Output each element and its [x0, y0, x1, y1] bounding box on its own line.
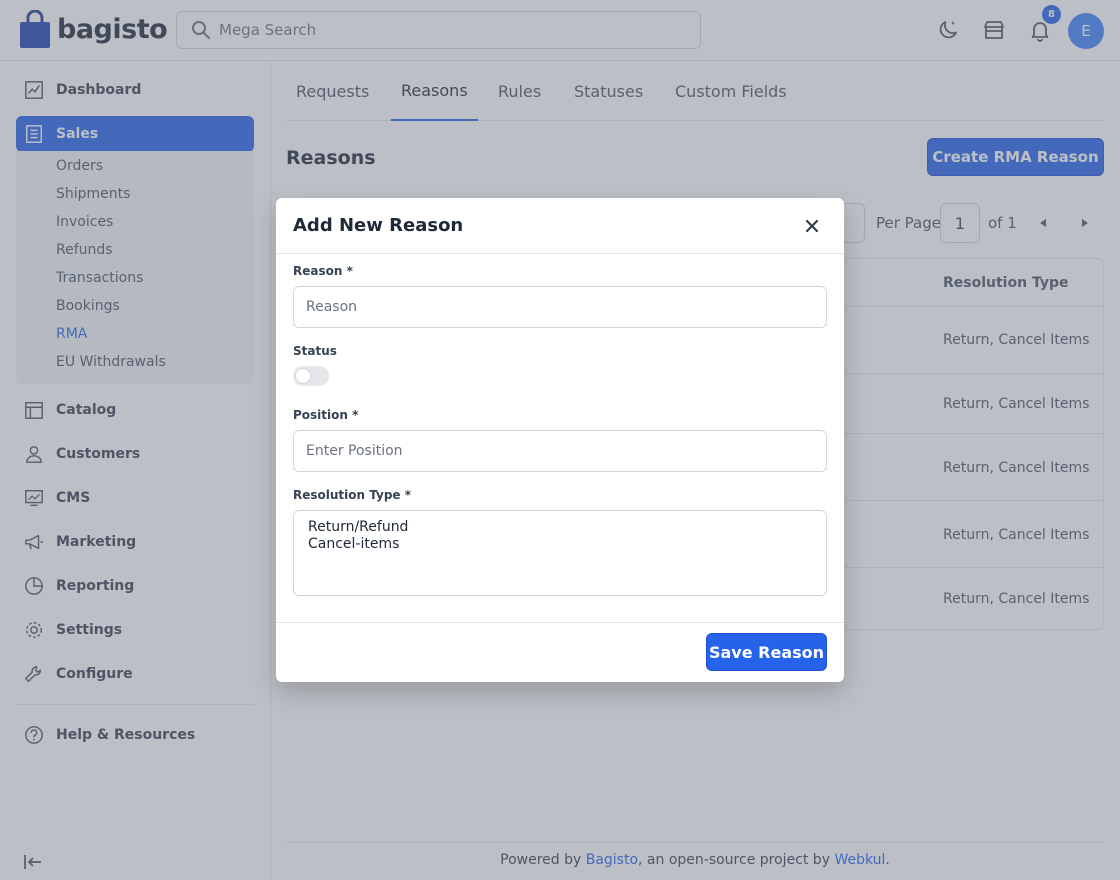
add-reason-modal: Add New Reason Reason * Status Position …: [276, 198, 844, 682]
modal-footer-divider: [276, 622, 844, 623]
toggle-knob: [295, 368, 311, 384]
close-modal-button[interactable]: [803, 217, 821, 235]
select-option[interactable]: Cancel-items: [308, 536, 812, 553]
modal-header: Add New Reason: [276, 198, 844, 254]
position-label: Position *: [293, 408, 359, 422]
save-reason-button[interactable]: Save Reason: [706, 633, 827, 671]
close-icon: [806, 220, 818, 232]
resolution-type-select[interactable]: Return/Refund Cancel-items: [293, 510, 827, 596]
reason-input[interactable]: [306, 299, 814, 315]
reason-field[interactable]: [293, 286, 827, 328]
status-toggle[interactable]: [293, 366, 329, 386]
resolution-type-label: Resolution Type *: [293, 488, 412, 502]
reason-label: Reason *: [293, 264, 353, 278]
modal-title: Add New Reason: [293, 215, 464, 236]
status-label: Status: [293, 344, 337, 358]
position-input[interactable]: [306, 443, 814, 459]
position-field[interactable]: [293, 430, 827, 472]
select-option[interactable]: Return/Refund: [308, 519, 812, 536]
